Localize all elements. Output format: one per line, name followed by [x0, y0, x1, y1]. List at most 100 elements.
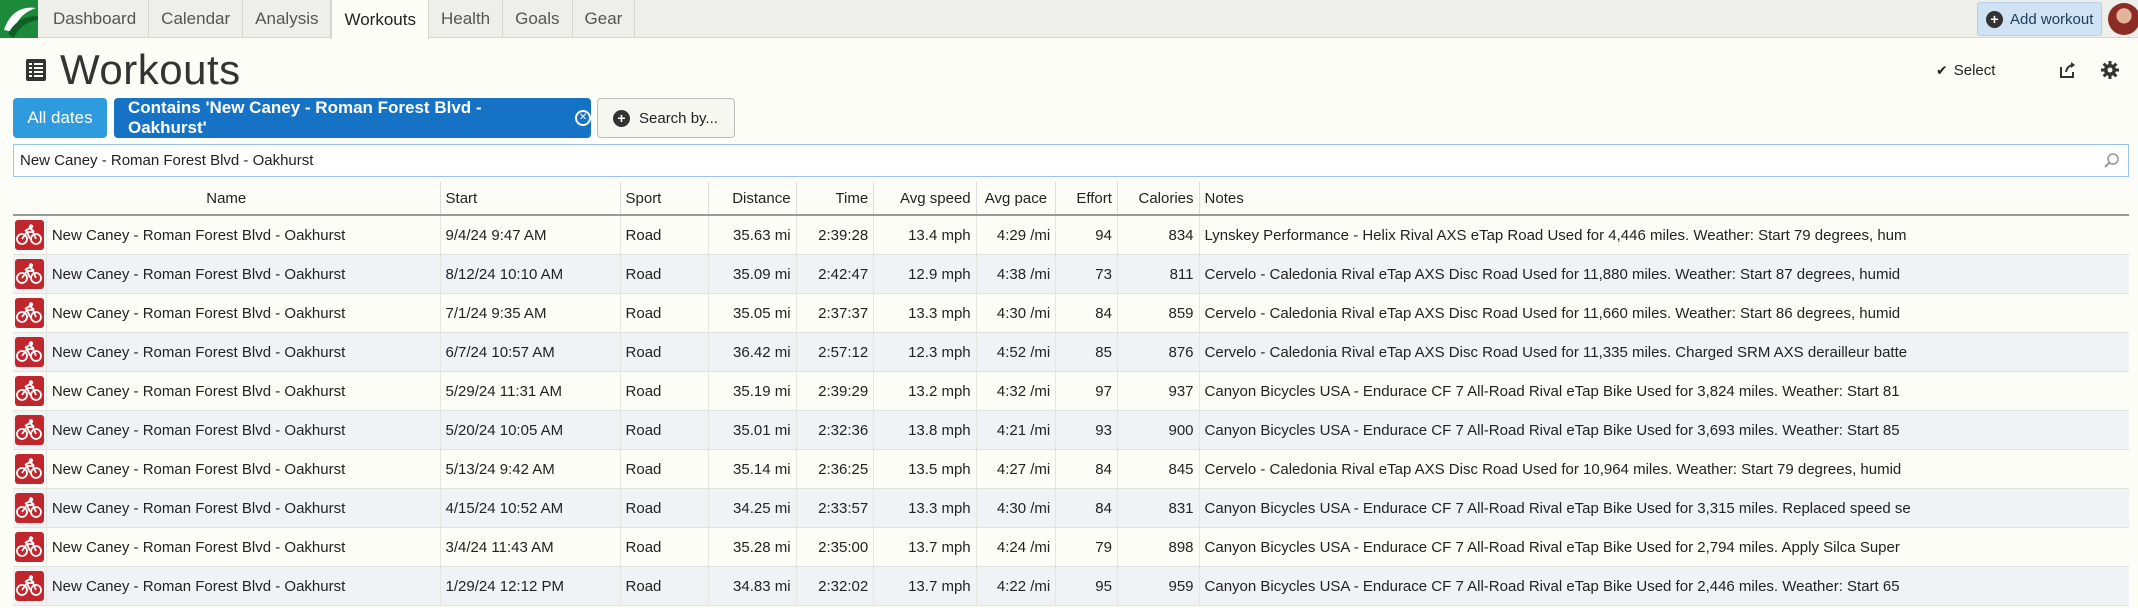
road-bike-icon — [15, 532, 44, 562]
table-row[interactable]: New Caney - Roman Forest Blvd - Oakhurst… — [13, 411, 2129, 450]
cell-start: 6/7/24 10:57 AM — [441, 333, 621, 371]
column-header-avg-pace[interactable]: Avg pace — [977, 182, 1057, 214]
column-header-name[interactable]: Name — [13, 182, 441, 214]
cell-name[interactable]: New Caney - Roman Forest Blvd - Oakhurst — [47, 372, 441, 410]
road-bike-icon — [15, 337, 44, 367]
cell-notes: Cervelo - Caledonia Rival eTap AXS Disc … — [1204, 460, 1902, 478]
cell-avg-speed: 13.7 mph — [874, 528, 977, 566]
cell-effort: 95 — [1056, 567, 1118, 605]
cell-name[interactable]: New Caney - Roman Forest Blvd - Oakhurst — [47, 567, 441, 605]
table-row[interactable]: New Caney - Roman Forest Blvd - Oakhurst… — [13, 372, 2129, 411]
cell-time: 2:39:28 — [797, 216, 875, 254]
cell-name[interactable]: New Caney - Roman Forest Blvd - Oakhurst — [47, 294, 441, 332]
cell-sport: Road — [621, 372, 710, 410]
cell-effort: 97 — [1056, 372, 1118, 410]
plus-circle-icon: + — [1986, 10, 2003, 28]
gear-icon[interactable] — [2100, 60, 2120, 80]
cell-time: 2:33:57 — [797, 489, 875, 527]
cell-name[interactable]: New Caney - Roman Forest Blvd - Oakhurst — [47, 216, 441, 254]
cell-start: 4/15/24 10:52 AM — [441, 489, 621, 527]
cell-effort: 79 — [1056, 528, 1118, 566]
cell-distance: 34.25 mi — [709, 489, 797, 527]
cell-start: 3/4/24 11:43 AM — [441, 528, 621, 566]
page-title: Workouts — [60, 46, 241, 93]
table-row[interactable]: New Caney - Roman Forest Blvd - Oakhurst… — [13, 567, 2129, 606]
road-bike-icon — [15, 571, 44, 601]
column-header-time[interactable]: Time — [797, 182, 875, 214]
app-logo[interactable] — [0, 0, 38, 38]
cell-avg-speed: 13.5 mph — [874, 450, 977, 488]
sport-cell — [13, 333, 47, 371]
cell-time: 2:57:12 — [797, 333, 875, 371]
cell-avg-speed: 13.4 mph — [874, 216, 977, 254]
all-dates-filter[interactable]: All dates — [13, 98, 107, 138]
cell-time: 2:39:29 — [797, 372, 875, 410]
table-row[interactable]: New Caney - Roman Forest Blvd - Oakhurst… — [13, 294, 2129, 333]
cell-time: 2:36:25 — [797, 450, 875, 488]
tab-calendar[interactable]: Calendar — [149, 0, 244, 38]
column-header-notes[interactable]: Notes — [1200, 182, 2130, 214]
remove-filter-icon[interactable]: ✕ — [575, 110, 591, 126]
cell-notes: Canyon Bicycles USA - Endurace CF 7 All-… — [1204, 421, 1900, 439]
column-header-distance[interactable]: Distance — [709, 182, 797, 214]
cell-name[interactable]: New Caney - Roman Forest Blvd - Oakhurst — [47, 528, 441, 566]
column-header-sport[interactable]: Sport — [621, 182, 710, 214]
search-icon[interactable] — [2103, 152, 2120, 169]
tab-dashboard[interactable]: Dashboard — [41, 0, 150, 38]
table-row[interactable]: New Caney - Roman Forest Blvd - Oakhurst… — [13, 450, 2129, 489]
top-nav-bar: Dashboard Calendar Analysis Workouts Hea… — [0, 0, 2138, 39]
column-header-effort[interactable]: Effort — [1056, 182, 1118, 214]
cell-start: 7/1/24 9:35 AM — [441, 294, 621, 332]
cell-start: 5/20/24 10:05 AM — [441, 411, 621, 449]
tab-health[interactable]: Health — [429, 0, 504, 38]
sport-cell — [13, 489, 47, 527]
cell-avg-pace: 4:27 /mi — [977, 450, 1057, 488]
add-workout-button[interactable]: + Add workout — [1977, 2, 2102, 36]
cell-effort: 84 — [1056, 294, 1118, 332]
sport-cell — [13, 528, 47, 566]
search-box — [13, 144, 2129, 177]
table-row[interactable]: New Caney - Roman Forest Blvd - Oakhurst… — [13, 333, 2129, 372]
contains-filter-label: Contains 'New Caney - Roman Forest Blvd … — [128, 98, 482, 137]
table-row[interactable]: New Caney - Roman Forest Blvd - Oakhurst… — [13, 528, 2129, 567]
search-input[interactable] — [14, 145, 2128, 176]
tab-workouts[interactable]: Workouts — [331, 0, 429, 39]
cell-name[interactable]: New Caney - Roman Forest Blvd - Oakhurst — [47, 333, 441, 371]
cell-avg-speed: 13.3 mph — [874, 489, 977, 527]
cell-calories: 831 — [1118, 489, 1200, 527]
tab-gear[interactable]: Gear — [573, 0, 636, 38]
table-row[interactable]: New Caney - Roman Forest Blvd - Oakhurst… — [13, 489, 2129, 528]
column-header-start[interactable]: Start — [441, 182, 621, 214]
tab-goals[interactable]: Goals — [503, 0, 573, 38]
sport-cell — [13, 450, 47, 488]
cell-name[interactable]: New Caney - Roman Forest Blvd - Oakhurst — [47, 411, 441, 449]
table-row[interactable]: New Caney - Roman Forest Blvd - Oakhurst… — [13, 255, 2129, 294]
cell-avg-pace: 4:21 /mi — [977, 411, 1057, 449]
cell-effort: 84 — [1056, 450, 1118, 488]
cell-name[interactable]: New Caney - Roman Forest Blvd - Oakhurst — [47, 450, 441, 488]
table-row[interactable]: New Caney - Roman Forest Blvd - Oakhurst… — [13, 216, 2129, 255]
cell-notes: Canyon Bicycles USA - Endurace CF 7 All-… — [1204, 538, 1900, 556]
cell-effort: 84 — [1056, 489, 1118, 527]
cell-sport: Road — [621, 528, 710, 566]
cell-calories: 900 — [1118, 411, 1200, 449]
export-icon[interactable] — [2058, 60, 2078, 80]
cell-sport: Road — [621, 567, 710, 605]
cell-distance: 35.09 mi — [709, 255, 797, 293]
cell-avg-speed: 13.7 mph — [874, 567, 977, 605]
search-by-button[interactable]: + Search by... — [597, 98, 735, 138]
select-button[interactable]: ✔ Select — [1936, 60, 1995, 80]
column-header-calories[interactable]: Calories — [1118, 182, 1200, 214]
avatar[interactable] — [2108, 3, 2138, 35]
sport-cell — [13, 216, 47, 254]
cell-avg-speed: 13.8 mph — [874, 411, 977, 449]
checkmark-icon: ✔ — [1936, 61, 1948, 78]
cell-avg-speed: 12.3 mph — [874, 333, 977, 371]
column-header-avg-speed[interactable]: Avg speed — [874, 182, 977, 214]
cell-distance: 35.28 mi — [709, 528, 797, 566]
contains-filter-chip[interactable]: Contains 'New Caney - Roman Forest Blvd … — [114, 98, 591, 138]
cell-name[interactable]: New Caney - Roman Forest Blvd - Oakhurst — [47, 255, 441, 293]
cell-name[interactable]: New Caney - Roman Forest Blvd - Oakhurst — [47, 489, 441, 527]
tab-analysis[interactable]: Analysis — [243, 0, 332, 38]
sport-cell — [13, 411, 47, 449]
